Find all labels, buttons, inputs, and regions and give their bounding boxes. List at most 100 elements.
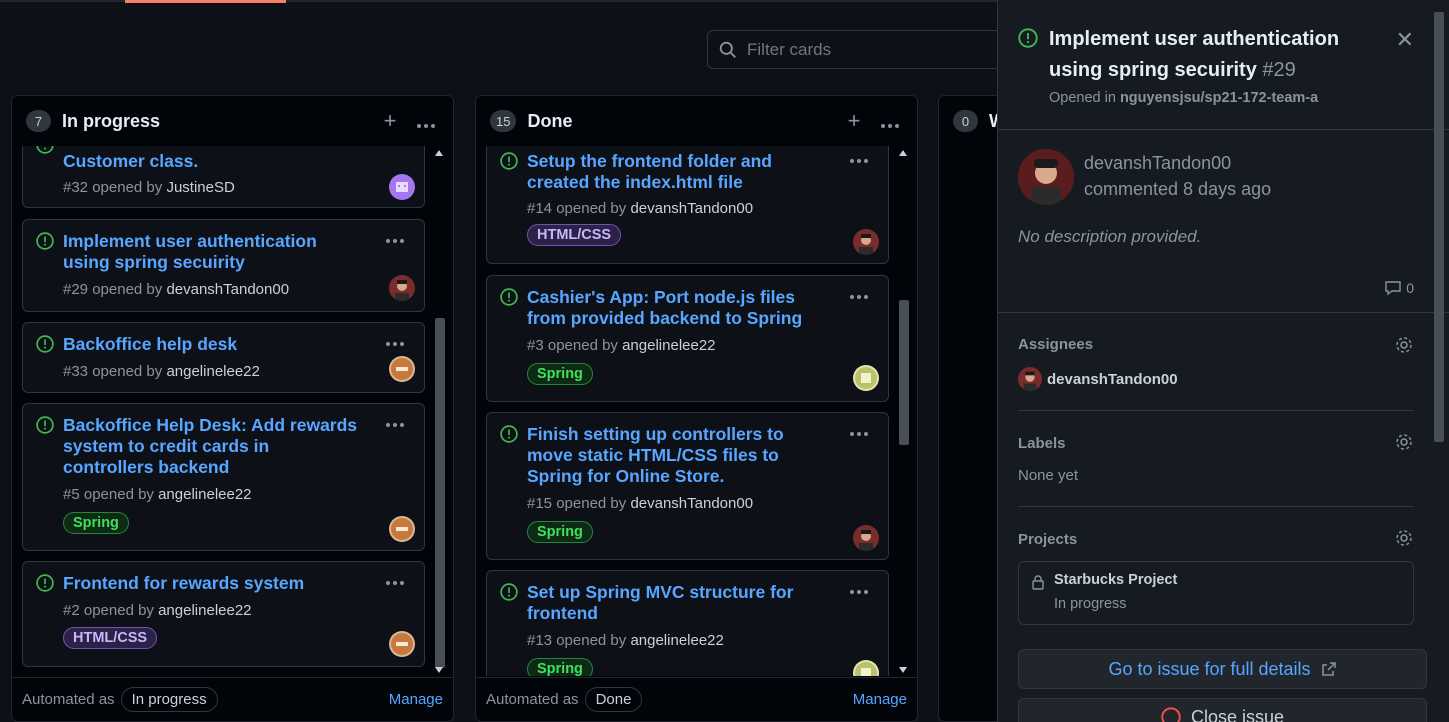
column-scrollbar[interactable] — [433, 150, 445, 673]
card-title[interactable]: Setup the frontend folder and created th… — [527, 151, 828, 193]
avatar — [389, 275, 415, 301]
add-card-icon[interactable]: + — [841, 108, 867, 134]
opened-in: Opened in nguyensjsu/sp21-172-team-a — [1049, 90, 1319, 106]
description: No description provided. — [1018, 227, 1202, 246]
card-title[interactable]: Customer class. — [63, 151, 364, 172]
column-scrollbar[interactable] — [897, 150, 909, 673]
go-to-issue-button[interactable]: Go to issue for full details — [1018, 649, 1427, 689]
issue-card[interactable]: Setup the frontend folder and created th… — [486, 146, 889, 264]
panel-header: Implement user authentication using spri… — [998, 0, 1449, 130]
scroll-up-icon[interactable] — [899, 150, 907, 156]
manage-link[interactable]: Manage — [853, 691, 907, 708]
card-author[interactable]: angelinelee22 — [630, 632, 723, 649]
issue-card[interactable]: Set up Spring MVC structure for frontend… — [486, 570, 889, 676]
project-name[interactable]: Starbucks Project — [1054, 572, 1177, 588]
issue-card[interactable]: Implement user authentication using spri… — [22, 219, 425, 312]
card-menu-button[interactable] — [850, 295, 868, 299]
card-author[interactable]: devanshTandon00 — [630, 200, 753, 217]
scroll-down-icon[interactable] — [435, 667, 443, 673]
issue-number: #29 — [1262, 59, 1296, 81]
card-author[interactable]: devanshTandon00 — [166, 281, 289, 298]
card-author[interactable]: angelinelee22 — [622, 337, 715, 354]
project-item[interactable]: Starbucks Project In progress — [1018, 561, 1414, 625]
label-spring[interactable]: Spring — [63, 512, 129, 534]
card-menu-button[interactable] — [386, 239, 404, 243]
card-menu-button[interactable] — [386, 342, 404, 346]
label-html-css[interactable]: HTML/CSS — [527, 224, 622, 246]
card-meta: #32 opened by JustineSD — [63, 179, 235, 196]
card-menu-button[interactable] — [850, 159, 868, 163]
scrollbar-thumb[interactable] — [1434, 12, 1444, 442]
automated-label: Automated as — [486, 691, 579, 708]
issue-card[interactable]: Backoffice Help Desk: Add rewards system… — [22, 403, 425, 551]
assignees-section: Assignees devanshTandon00 — [1018, 313, 1414, 411]
card-title[interactable]: Implement user authentication using spri… — [63, 231, 364, 273]
avatar — [389, 516, 415, 542]
card-author[interactable]: devanshTandon00 — [630, 495, 753, 512]
panel-scrollbar[interactable] — [1431, 0, 1445, 625]
scrollbar-thumb[interactable] — [435, 318, 445, 668]
avatar — [853, 525, 879, 551]
card-meta: #2 opened by angelinelee22 — [63, 602, 252, 619]
avatar — [1018, 367, 1042, 391]
comment-block: devanshTandon00 commented 8 days ago No … — [998, 130, 1449, 313]
label-spring[interactable]: Spring — [527, 521, 593, 543]
label-spring[interactable]: Spring — [527, 363, 593, 385]
issue-card[interactable]: Customer class. #32 opened by JustineSD — [22, 146, 425, 208]
avatar — [853, 660, 879, 676]
card-menu-button[interactable] — [386, 581, 404, 585]
issue-card[interactable]: Frontend for rewards system #2 opened by… — [22, 561, 425, 667]
labels-value: None yet — [1018, 467, 1079, 484]
gear-icon[interactable] — [1394, 335, 1414, 355]
column-menu-button[interactable] — [877, 108, 903, 134]
issue-open-icon — [36, 232, 54, 250]
automation-pill: Done — [584, 687, 643, 712]
scroll-up-icon[interactable] — [435, 150, 443, 156]
issue-card[interactable]: Backoffice help desk #33 opened by angel… — [22, 322, 425, 393]
scrollbar-thumb[interactable] — [899, 300, 909, 445]
avatar — [389, 174, 415, 200]
card-menu-button[interactable] — [850, 590, 868, 594]
repo-link[interactable]: nguyensjsu/sp21-172-team-a — [1120, 90, 1318, 106]
card-title[interactable]: Backoffice help desk — [63, 334, 364, 355]
column-done: 15 Done + Setup the frontend folder and … — [475, 95, 918, 722]
close-issue-button[interactable]: Close issue — [1018, 698, 1427, 722]
gear-icon[interactable] — [1394, 528, 1414, 548]
card-menu-button[interactable] — [850, 432, 868, 436]
issue-card[interactable]: Finish setting up controllers to move st… — [486, 412, 889, 560]
card-author[interactable]: angelinelee22 — [158, 602, 251, 619]
card-author[interactable]: JustineSD — [166, 179, 234, 196]
comment-count[interactable]: 0 — [1384, 280, 1414, 296]
issue-open-icon — [500, 152, 518, 170]
card-author[interactable]: angelinelee22 — [158, 486, 251, 503]
add-card-icon[interactable]: + — [377, 108, 403, 134]
column-count-badge: 15 — [490, 110, 517, 132]
card-title[interactable]: Backoffice Help Desk: Add rewards system… — [63, 415, 364, 478]
label-html-css[interactable]: HTML/CSS — [63, 627, 158, 649]
card-title[interactable]: Cashier's App: Port node.js files from p… — [527, 287, 828, 329]
issue-card[interactable]: Cashier's App: Port node.js files from p… — [486, 275, 889, 402]
commenter-name[interactable]: devanshTandon00 — [1084, 153, 1231, 174]
manage-link[interactable]: Manage — [389, 691, 443, 708]
external-link-icon — [1321, 662, 1336, 676]
gear-icon[interactable] — [1394, 432, 1414, 452]
card-menu-button[interactable] — [386, 423, 404, 427]
avatar — [853, 229, 879, 255]
card-meta: #15 opened by devanshTandon00 — [527, 495, 754, 512]
filter-cards-field[interactable] — [707, 30, 1007, 69]
column-menu-button[interactable] — [413, 108, 439, 134]
comment-time: commented 8 days ago — [1084, 179, 1272, 199]
column-count-badge: 7 — [26, 110, 51, 132]
close-icon[interactable]: ✕ — [1396, 27, 1414, 53]
assignee-item[interactable]: devanshTandon00 — [1018, 367, 1178, 391]
label-spring[interactable]: Spring — [527, 658, 593, 676]
card-meta: #13 opened by angelinelee22 — [527, 632, 724, 649]
card-author[interactable]: angelinelee22 — [166, 363, 259, 380]
card-meta: #3 opened by angelinelee22 — [527, 337, 716, 354]
card-title[interactable]: Frontend for rewards system — [63, 573, 364, 594]
scroll-down-icon[interactable] — [899, 667, 907, 673]
filter-cards-input[interactable] — [747, 39, 977, 60]
assignee-name[interactable]: devanshTandon00 — [1047, 371, 1178, 388]
card-title[interactable]: Finish setting up controllers to move st… — [527, 424, 828, 487]
card-title[interactable]: Set up Spring MVC structure for frontend — [527, 582, 828, 624]
